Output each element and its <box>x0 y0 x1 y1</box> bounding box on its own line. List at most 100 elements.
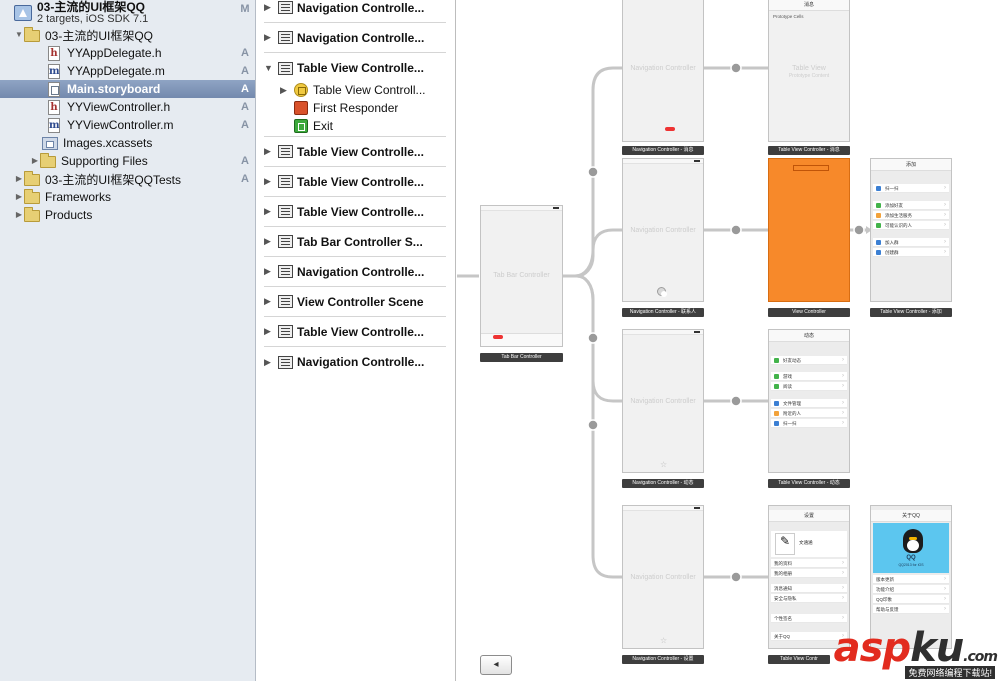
folder-icon <box>40 152 56 168</box>
outline-scene[interactable]: ▶ Navigation Controlle... <box>264 0 446 23</box>
badge-icon <box>493 335 503 339</box>
outline-scene[interactable]: ▶ Table View Controlle... <box>264 137 446 167</box>
project-root[interactable]: 03-主流的UI框架QQ 2 targets, iOS SDK 7.1 M <box>0 0 255 26</box>
table-row: 添加生活服务 <box>873 211 949 220</box>
nav-item-group[interactable]: ▼ 03-主流的UI框架QQ <box>0 26 255 44</box>
disclosure-closed-icon[interactable]: ▶ <box>30 152 40 170</box>
disclosure-closed-icon[interactable]: ▶ <box>264 357 278 368</box>
folder-icon <box>24 206 40 222</box>
disclosure-closed-icon[interactable]: ▶ <box>264 206 278 217</box>
source-file-icon: m <box>48 63 60 79</box>
nav-item-label: Products <box>45 208 93 222</box>
nav-item-file[interactable]: m YYAppDelegate.m A <box>0 62 255 80</box>
penguin-belly <box>907 540 919 551</box>
add-table-scene[interactable]: 添加 扫一扫 添加好友 添加生活服务 可能认识的人 加入群 创建群 <box>870 158 952 302</box>
scene-label: Table View Controlle... <box>297 324 424 339</box>
nav-item-label: YYViewController.h <box>67 100 171 114</box>
outline-scene[interactable]: ▶ View Controller Scene <box>264 287 446 317</box>
tab-bar <box>481 333 562 346</box>
nav-item-file-selected[interactable]: Main.storyboard A <box>0 80 255 98</box>
first-responder-icon <box>294 101 308 115</box>
nav-item-group[interactable]: ▶ 03-主流的UI框架QQTests A <box>0 170 255 188</box>
watermark-subtitle: 免费网络编程下载站! <box>905 666 995 679</box>
disclosure-closed-icon[interactable]: ▶ <box>264 176 278 187</box>
star-icon: ☆ <box>660 460 668 469</box>
status-bar <box>623 159 703 164</box>
nav-item-file[interactable]: h YYViewController.h A <box>0 98 255 116</box>
status-badge: A <box>241 101 249 113</box>
table-row: 游戏 <box>771 372 847 381</box>
penguin-beak <box>909 537 917 540</box>
navigation-controller-scene[interactable]: Navigation Controller <box>622 0 704 142</box>
nav-item-label: YYAppDelegate.m <box>67 64 165 78</box>
scene-label: Navigation Controlle... <box>297 355 425 369</box>
scene-label: View Controller Scene <box>297 294 424 309</box>
disclosure-closed-icon[interactable]: ▶ <box>264 326 278 337</box>
scene-caption: Table View Controller - 消息 <box>768 146 850 155</box>
outline-scene[interactable]: ▶ Table View Controlle... <box>264 317 446 347</box>
dynamics-table-scene[interactable]: 动态 好友动态 游戏 阅读 文件管理 附近的人 扫一扫 <box>768 329 850 473</box>
navigation-controller-scene[interactable]: Navigation Controller <box>622 158 704 302</box>
outline-child[interactable]: ▶ Table View Controll... <box>280 81 426 99</box>
outline-child[interactable]: Exit <box>294 117 333 135</box>
disclosure-closed-icon[interactable]: ▶ <box>264 296 278 307</box>
table-row: 好友动态 <box>771 356 847 365</box>
status-badge: A <box>241 65 249 77</box>
toggle-outline-button[interactable]: ◂ <box>480 655 512 675</box>
disclosure-closed-icon[interactable]: ▶ <box>14 206 24 224</box>
disclosure-closed-icon[interactable]: ▶ <box>264 2 278 13</box>
outline-scene[interactable]: ▶ Table View Controlle... <box>264 197 446 227</box>
table-row: 添加好友 <box>873 201 949 210</box>
nav-item-group[interactable]: ▶ Frameworks <box>0 188 255 206</box>
outline-child[interactable]: First Responder <box>294 99 398 117</box>
table-view-controller-scene[interactable]: 消息 Prototype Cells Table View Prototype … <box>768 0 850 142</box>
table-row: 扫一扫 <box>873 184 949 193</box>
about-header: QQ QQ2013 for iOS <box>873 523 949 573</box>
disclosure-closed-icon[interactable]: ▶ <box>264 32 278 43</box>
table-row: 功能介绍 <box>873 585 949 594</box>
outline-scene[interactable]: ▶ Navigation Controlle... <box>264 257 446 287</box>
outline-scene-expanded[interactable]: ▼ Table View Controlle... <box>264 53 446 83</box>
project-name: 03-主流的UI框架QQ <box>37 0 146 14</box>
navigation-controller-scene[interactable]: Navigation Controller ☆ <box>622 329 704 473</box>
scene-icon <box>278 1 293 14</box>
status-bar <box>481 206 562 211</box>
navigation-controller-scene[interactable]: Navigation Controller ☆ <box>622 505 704 649</box>
view-controller-scene[interactable] <box>768 158 850 302</box>
scene-caption: Navigation Controller - 设置 <box>622 655 704 664</box>
table-view-controller-icon <box>294 83 308 97</box>
scene-title: Navigation Controller <box>630 227 696 234</box>
outline-scene[interactable]: ▶ Navigation Controlle... <box>264 347 446 377</box>
nav-item-file[interactable]: Images.xcassets <box>0 134 255 152</box>
outline-scene[interactable]: ▶ Table View Controlle... <box>264 167 446 197</box>
tab-bar-controller-scene[interactable]: Tab Bar Controller <box>480 205 563 347</box>
scene-label: Table View Controlle... <box>297 61 424 75</box>
nav-bar-title: 动态 <box>769 330 849 342</box>
table-row: 创建群 <box>873 248 949 257</box>
scene-icon <box>278 265 293 278</box>
nav-bar-title: 关于QQ <box>871 510 951 522</box>
disclosure-closed-icon[interactable]: ▶ <box>264 266 278 277</box>
scene-label: Table View Controlle... <box>297 204 424 219</box>
disclosure-open-icon[interactable]: ▼ <box>264 63 278 73</box>
scene-icon <box>278 61 293 75</box>
outline-scene[interactable]: ▶ Tab Bar Controller S... <box>264 227 446 257</box>
nav-item-group[interactable]: ▶ Products <box>0 206 255 224</box>
scene-icon <box>278 355 293 369</box>
disclosure-open-icon[interactable]: ▼ <box>14 26 24 44</box>
disclosure-closed-icon[interactable]: ▶ <box>14 188 24 206</box>
disclosure-closed-icon[interactable]: ▶ <box>264 236 278 247</box>
outline-scene[interactable]: ▶ Navigation Controlle... <box>264 23 446 53</box>
profile-cell: ✎ 文涵涵 <box>771 531 847 557</box>
nav-item-file[interactable]: m YYViewController.m A <box>0 116 255 134</box>
badge-icon <box>665 127 675 131</box>
disclosure-closed-icon[interactable]: ▶ <box>264 146 278 157</box>
prototype-header: Prototype Cells <box>773 14 804 19</box>
folder-icon <box>24 170 40 186</box>
nav-item-group[interactable]: ▶ Supporting Files A <box>0 152 255 170</box>
disclosure-closed-icon[interactable]: ▶ <box>280 85 294 96</box>
child-label: Table View Controll... <box>313 83 426 97</box>
nav-item-file[interactable]: h YYAppDelegate.h A <box>0 44 255 62</box>
disclosure-closed-icon[interactable]: ▶ <box>14 170 24 188</box>
storyboard-canvas[interactable]: Tab Bar Controller Tab Bar Controller Na… <box>457 0 1003 681</box>
